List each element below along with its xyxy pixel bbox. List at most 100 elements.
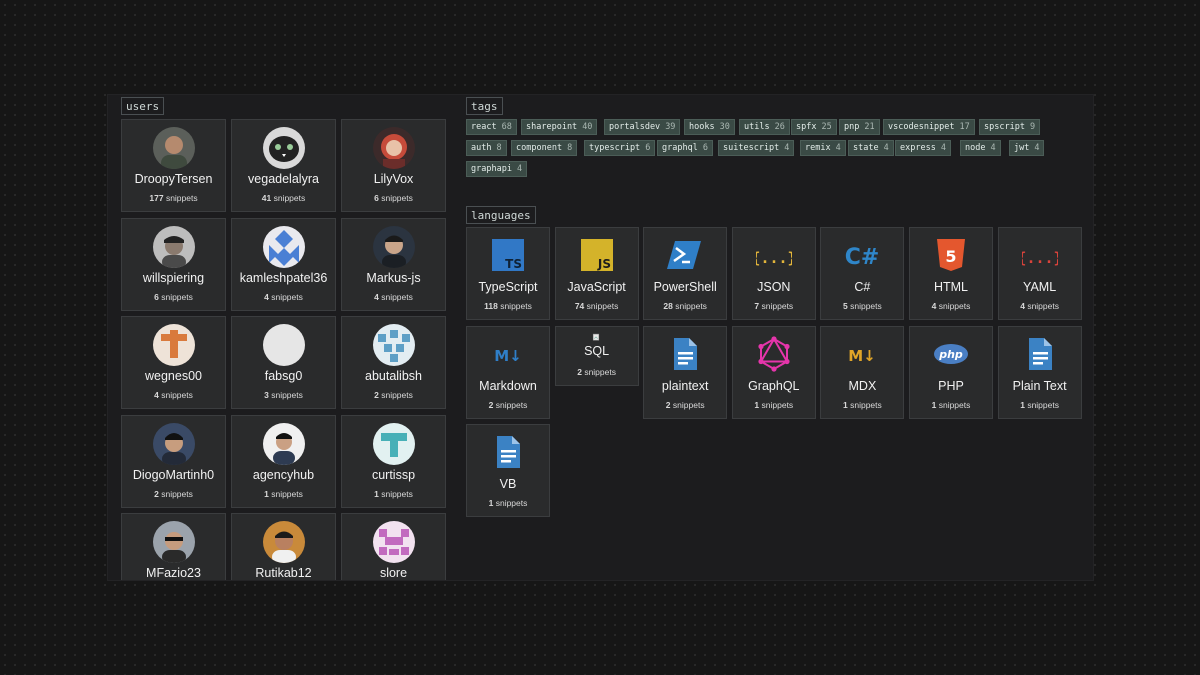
user-card[interactable]: willspiering 6 snippets xyxy=(121,217,226,311)
tag-chip[interactable]: vscodesnippet 17 xyxy=(883,119,975,135)
user-card[interactable]: DiogoMartinh0 2 snippets xyxy=(121,414,226,508)
javascript-icon: JS xyxy=(579,237,615,273)
language-card[interactable]: JS JavaScript 74 snippets xyxy=(554,227,639,320)
language-name: YAML xyxy=(1023,280,1057,294)
languages-section-label: languages xyxy=(466,206,536,224)
language-name: MDX xyxy=(848,378,877,393)
avatar xyxy=(152,422,195,465)
user-name: abutalibsh xyxy=(365,369,422,383)
language-card[interactable]: TS TypeScript 118 snippets xyxy=(466,227,550,320)
tag-chip[interactable]: suitescript 4 xyxy=(718,140,795,156)
language-card[interactable]: C# C# 5 snippets xyxy=(820,227,905,320)
svg-text:{...}: {...} xyxy=(1022,249,1058,267)
language-card[interactable]: 5 HTML 4 snippets xyxy=(909,227,993,320)
user-card[interactable]: fabsg0 3 snippets xyxy=(231,316,336,409)
language-card[interactable]: {...} YAML 4 snippets xyxy=(997,227,1082,320)
user-card[interactable]: slore xyxy=(341,513,446,580)
language-card[interactable]: PowerShell 28 snippets xyxy=(643,227,728,320)
avatar xyxy=(262,422,305,465)
tag-chip[interactable]: component 8 xyxy=(511,140,578,156)
avatar xyxy=(152,324,195,366)
tag-chip[interactable]: hooks 30 xyxy=(684,119,735,135)
user-name: slore xyxy=(379,566,408,580)
language-card[interactable]: SQL 2 snippets xyxy=(554,325,639,386)
language-card[interactable]: VB 1 snippets xyxy=(466,424,550,517)
powershell-icon xyxy=(667,237,703,273)
graphql-icon xyxy=(756,335,792,372)
language-name: SQL xyxy=(584,343,610,358)
language-card[interactable]: {...} JSON 7 snippets xyxy=(731,227,816,320)
language-card[interactable]: GraphQL 1 snippets xyxy=(731,325,816,419)
language-card[interactable]: php PHP 1 snippets xyxy=(909,325,993,419)
avatar xyxy=(262,324,305,366)
user-card[interactable]: DroopyTersen 177 snippets xyxy=(121,119,226,212)
user-name: LilyVox xyxy=(373,172,414,186)
language-card[interactable]: M↓ MDX 1 snippets xyxy=(820,325,905,419)
svg-text:5: 5 xyxy=(945,247,956,266)
user-name: fabsg0 xyxy=(264,369,303,383)
language-snippet-count: 28 snippets xyxy=(663,301,707,311)
tag-chip[interactable]: graphapi 4 xyxy=(466,161,528,177)
user-card[interactable]: wegnes00 4 snippets xyxy=(121,316,226,409)
language-snippet-count: 5 snippets xyxy=(843,301,882,311)
language-snippet-count: 2 snippets xyxy=(665,399,705,410)
user-snippet-count: 6 snippets xyxy=(154,291,193,302)
yaml-icon: {...} xyxy=(1017,237,1062,273)
html5-icon: 5 xyxy=(933,237,969,273)
user-card[interactable]: LilyVox 6 snippets xyxy=(341,119,446,212)
user-snippet-count: 1 snippets xyxy=(374,488,413,499)
language-name: C# xyxy=(854,280,871,294)
typescript-icon: TS xyxy=(490,237,526,273)
tag-chip[interactable]: auth 8 xyxy=(466,140,507,156)
tag-chip[interactable]: spscript 9 xyxy=(979,119,1041,135)
user-card[interactable]: vegadelalyra 41 snippets xyxy=(231,119,336,212)
user-card[interactable]: kamleshpatel36 4 snippets xyxy=(231,217,336,311)
tag-chip[interactable]: spfx 25 xyxy=(791,119,837,135)
avatar xyxy=(262,127,305,169)
users-section-label: users xyxy=(121,97,165,115)
language-snippet-count: 1 snippets xyxy=(1020,399,1059,410)
document-icon xyxy=(667,336,703,372)
language-snippet-count: 4 snippets xyxy=(931,301,971,311)
user-name: agencyhub xyxy=(252,467,315,482)
user-card[interactable]: MFazio23 xyxy=(121,513,226,580)
tag-chip[interactable]: state 4 xyxy=(848,140,894,156)
user-snippet-count: 4 snippets xyxy=(374,291,413,302)
svg-text:M↓: M↓ xyxy=(849,347,877,365)
user-card[interactable]: curtissp 1 snippets xyxy=(341,414,446,508)
tag-chip[interactable]: graphql 6 xyxy=(657,140,713,156)
tag-chip[interactable]: typescript 6 xyxy=(584,140,656,156)
tag-chip[interactable]: sharepoint 40 xyxy=(521,119,598,135)
language-name: VB xyxy=(499,477,517,491)
user-card[interactable]: abutalibsh 2 snippets xyxy=(341,316,446,409)
tag-chip[interactable]: express 4 xyxy=(895,140,951,156)
snippets-explorer-panel: users tags languages DroopyTersen 177 sni… xyxy=(108,95,1093,580)
user-card[interactable]: Markus-js 4 snippets xyxy=(341,217,446,311)
language-name: plaintext xyxy=(661,378,709,393)
csharp-icon: C# xyxy=(844,237,880,273)
user-card[interactable]: Rutikab12 xyxy=(231,513,336,580)
tag-chip[interactable]: pnp 21 xyxy=(839,119,880,135)
user-card[interactable]: agencyhub 1 snippets xyxy=(231,414,336,508)
svg-text:C#: C# xyxy=(845,245,880,270)
language-snippet-count: 7 snippets xyxy=(754,301,794,311)
language-card[interactable]: plaintext 2 snippets xyxy=(643,325,728,419)
json-icon: {...} xyxy=(751,237,796,273)
tag-chip[interactable]: react 68 xyxy=(466,119,517,135)
user-snippet-count: 4 snippets xyxy=(264,291,303,302)
avatar xyxy=(372,225,415,268)
avatar xyxy=(372,127,415,169)
markdown-icon: M↓ xyxy=(490,336,526,372)
language-card[interactable]: Plain Text 1 snippets xyxy=(997,325,1082,419)
tag-chip[interactable]: node 4 xyxy=(960,140,1001,156)
language-card[interactable]: M↓ Markdown 2 snippets xyxy=(466,325,550,419)
tag-chip[interactable]: portalsdev 39 xyxy=(604,119,681,135)
user-name: Markus-js xyxy=(366,270,421,285)
svg-text:JS: JS xyxy=(596,257,610,271)
user-name: vegadelalyra xyxy=(248,172,319,186)
tag-chip[interactable]: jwt 4 xyxy=(1009,140,1045,156)
language-snippet-count: 1 snippets xyxy=(843,399,882,410)
tag-chip[interactable]: remix 4 xyxy=(800,140,846,156)
tag-chip[interactable]: utils 26 xyxy=(739,119,790,135)
language-snippet-count: 1 snippets xyxy=(931,399,971,410)
